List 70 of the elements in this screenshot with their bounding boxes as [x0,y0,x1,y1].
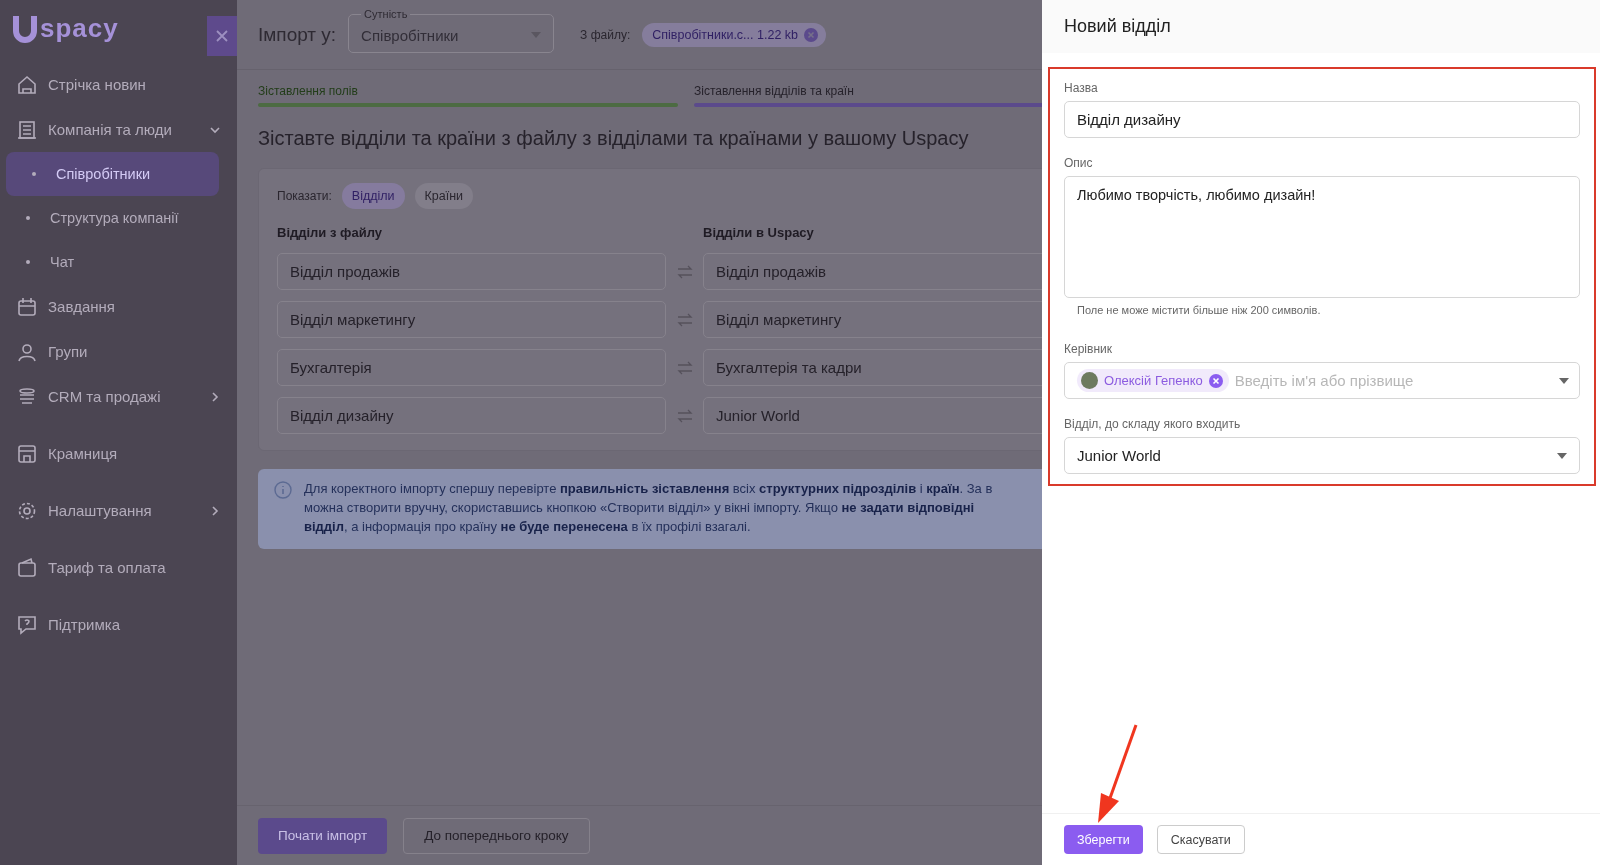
nav-item[interactable]: Групи [0,329,237,374]
field-label: Назва [1064,81,1099,95]
nav-item[interactable]: Крамниця [0,431,237,476]
column-header: Відділи з файлу [277,225,383,240]
page-title: Імпорт у: [258,23,337,46]
nav-item[interactable]: Підтримка [0,602,237,647]
name-field[interactable]: Відділ дизайну [1064,101,1580,138]
wallet-icon [16,556,38,579]
note-text: можна створити вручну, скориставшись кнопкою «Створити відділ» у вікні імпорту. Якщо не задати відповідні [304,500,976,516]
save-button[interactable]: Зберегти [1064,825,1143,854]
store-icon [16,442,38,465]
note-text: Для коректного імпорту спершу перевірте правильність зіставлення всіх структурних підрозділів і країн. За в [304,481,993,497]
field-label: Відділ, до складу якого входить [1064,417,1242,431]
nav-item[interactable]: Налаштування [0,488,237,533]
help-chat-icon [16,613,38,636]
swap-arrows-icon [676,311,693,328]
nav-item[interactable]: Тариф та оплата [0,545,237,590]
filter-label: Показати: [277,189,332,203]
file-label: З файлу: [580,27,631,42]
remove-icon [804,27,818,42]
step-label: Зіставлення відділів та країн [694,84,855,98]
note-text: відділ, а інформація про країну не буде перенесена в їх профілі взагалі. [304,519,752,535]
uspacy-department-field[interactable]: Відділ продажів [703,253,1042,290]
uspacy-department-field[interactable]: Junior World [703,397,1042,434]
nav-subitem[interactable]: Чат [0,240,237,284]
start-import-button[interactable]: Почати імпорт [258,817,388,854]
avatar [1081,372,1098,389]
section-heading: Зіставте відділи та країни з файлу з відділами та країнами у вашому Uspacy [258,127,970,150]
swap-arrows-icon [676,407,693,424]
parent-department-select[interactable]: Junior World [1064,437,1580,474]
calendar-icon [16,295,38,318]
logo-text: spacy [40,12,119,44]
close-icon [216,30,228,42]
caret-icon [1557,452,1567,459]
nav-item[interactable]: CRM та продажі [0,374,237,419]
nav-item[interactable]: Стрічка новин [0,62,237,107]
person-chip: Олексій Гепенко [1077,369,1229,392]
cancel-button[interactable]: Скасувати [1156,825,1245,854]
swap-arrows-icon [676,263,693,280]
entity-select[interactable]: Сутність Співробітники [348,8,555,53]
column-header: Відділи в Uspacy [703,225,815,240]
filter-chip[interactable]: Відділи [341,183,405,209]
uspacy-department-field[interactable]: Відділ маркетингу [703,301,1042,338]
document-icon [16,118,38,141]
file-department-field[interactable]: Відділ продажів [277,253,666,290]
field-hint: Поле не може містити більше ніж 200 символів. [1077,304,1322,316]
step-label: Зіставлення полів [258,84,359,98]
back-button[interactable]: До попереднього кроку [403,817,590,854]
file-department-field[interactable]: Бухгалтерія [277,349,666,386]
field-label: Керівник [1064,342,1113,356]
panel-title: Новий відділ [1042,0,1600,53]
caret-icon [1559,377,1569,384]
file-chip: Співробітники.c... 1.22 kb [642,22,826,47]
file-department-field[interactable]: Відділ маркетингу [277,301,666,338]
nav-item[interactable]: Завдання [0,284,237,329]
manager-field[interactable]: Олексій Гепенко Введіть ім'я або прізвище [1064,362,1580,399]
house-icon [16,73,38,96]
close-button[interactable] [207,16,237,56]
field-label: Опис [1064,156,1094,170]
filter-chip[interactable]: Країни [414,183,474,209]
file-department-field[interactable]: Відділ дизайну [277,397,666,434]
logo-u-icon [12,13,38,43]
uspacy-department-field[interactable]: Бухгалтерія та кадри [703,349,1042,386]
description-field[interactable]: Любимо творчість, любимо дизайн! [1064,176,1580,298]
nav-item[interactable]: Компанія та люди [0,107,237,152]
remove-icon [1208,373,1223,388]
swap-arrows-icon [676,359,693,376]
info-icon [274,481,292,499]
nav-subitem[interactable]: Співробітники [6,152,219,196]
nav-subitem[interactable]: Структура компанії [0,196,237,240]
